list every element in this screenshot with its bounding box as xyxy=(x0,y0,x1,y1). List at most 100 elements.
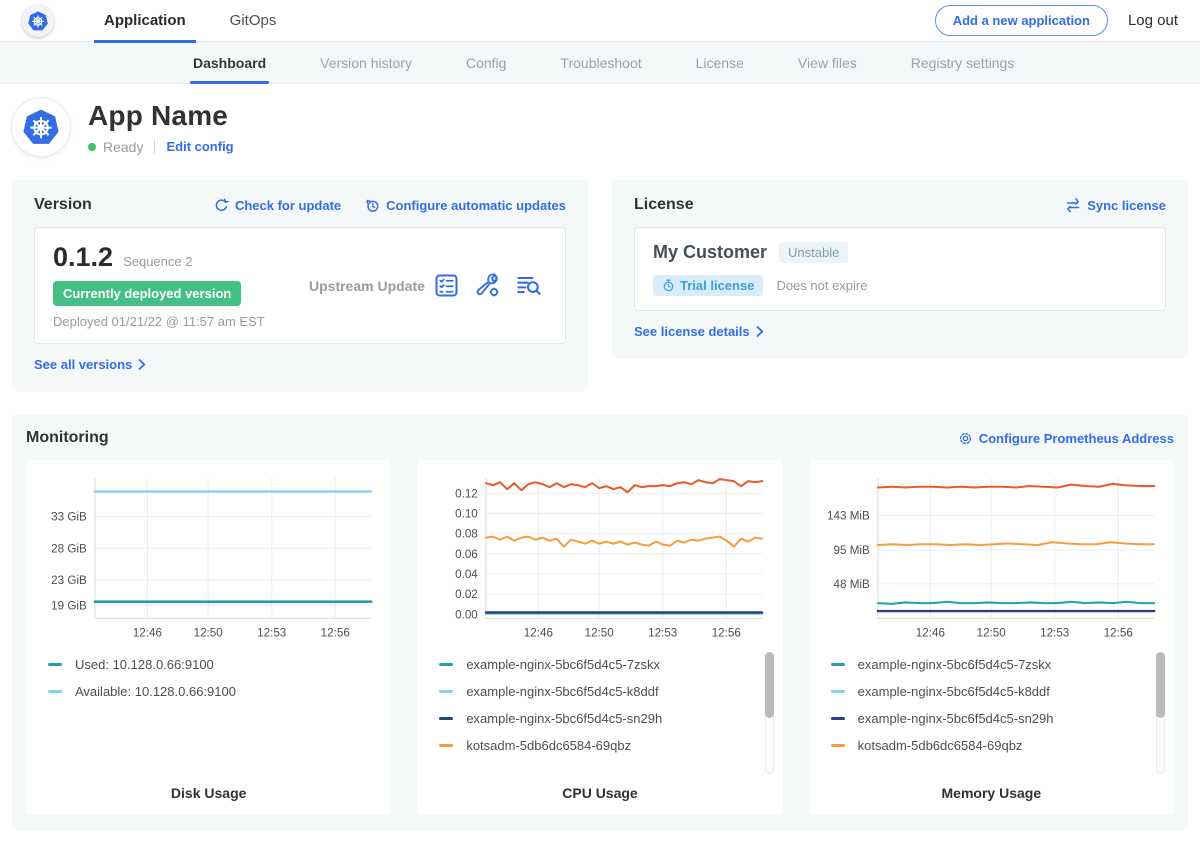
legend-item: example-nginx-5bc6f5d4c5-sn29h xyxy=(831,711,1164,726)
svg-text:12:46: 12:46 xyxy=(915,627,944,640)
see-license-details-link[interactable]: See license details xyxy=(634,324,764,339)
customer-name: My Customer xyxy=(653,242,767,263)
legend-item: example-nginx-5bc6f5d4c5-k8ddf xyxy=(439,684,772,699)
tab-registry-settings[interactable]: Registry settings xyxy=(884,42,1041,83)
legend-label: example-nginx-5bc6f5d4c5-sn29h xyxy=(858,711,1054,726)
tab-dashboard[interactable]: Dashboard xyxy=(166,42,293,83)
svg-text:48 MiB: 48 MiB xyxy=(833,578,870,591)
edit-config-link[interactable]: Edit config xyxy=(166,139,233,154)
configure-automatic-updates-link[interactable]: Configure automatic updates xyxy=(365,198,566,213)
kubernetes-logo[interactable] xyxy=(22,5,54,37)
scrollbar-thumb[interactable] xyxy=(765,652,774,718)
svg-text:12:56: 12:56 xyxy=(712,627,741,640)
legend-item: kotsadm-5db6dc6584-69qbz xyxy=(831,738,1164,753)
monitoring-section: Monitoring Configure Prometheus Address … xyxy=(12,414,1188,831)
preflight-checks-icon[interactable] xyxy=(434,273,459,298)
legend-swatch xyxy=(831,663,845,666)
svg-text:12:53: 12:53 xyxy=(257,627,286,640)
svg-text:12:53: 12:53 xyxy=(1040,627,1069,640)
svg-text:12:46: 12:46 xyxy=(133,627,162,640)
check-for-update-link[interactable]: Check for update xyxy=(214,198,341,213)
disk-usage-card: 33 GiB28 GiB23 GiB19 GiB12:4612:5012:531… xyxy=(26,460,391,815)
kubernetes-helm-icon xyxy=(28,11,48,31)
legend-label: Used: 10.128.0.66:9100 xyxy=(75,657,214,672)
status-ready-dot xyxy=(88,143,96,151)
tab-gitops[interactable]: GitOps xyxy=(208,0,299,42)
see-all-versions-link[interactable]: See all versions xyxy=(34,357,146,372)
legend-item: example-nginx-5bc6f5d4c5-7zskx xyxy=(831,657,1164,672)
deployed-timestamp: Deployed 01/21/22 @ 11:57 am EST xyxy=(53,314,281,329)
divider xyxy=(154,139,155,154)
kubernetes-app-icon xyxy=(23,109,59,145)
svg-text:12:56: 12:56 xyxy=(1103,627,1132,640)
legend-item: Available: 10.128.0.66:9100 xyxy=(48,684,381,699)
legend-swatch xyxy=(439,717,453,720)
version-card-title: Version xyxy=(34,196,92,214)
legend-label: example-nginx-5bc6f5d4c5-7zskx xyxy=(466,657,660,672)
add-application-button[interactable]: Add a new application xyxy=(935,5,1108,36)
svg-text:12:50: 12:50 xyxy=(585,627,615,640)
stopwatch-icon xyxy=(662,279,675,292)
legend-swatch xyxy=(48,690,62,693)
tab-view-files[interactable]: View files xyxy=(771,42,884,83)
svg-text:33 GiB: 33 GiB xyxy=(51,510,87,523)
edit-config-wrench-icon[interactable] xyxy=(475,273,500,298)
legend-item: example-nginx-5bc6f5d4c5-k8ddf xyxy=(831,684,1164,699)
tab-application[interactable]: Application xyxy=(82,0,208,42)
view-diff-icon[interactable] xyxy=(516,273,541,298)
monitoring-title: Monitoring xyxy=(26,429,109,447)
legend-label: kotsadm-5db6dc6584-69qbz xyxy=(858,738,1023,753)
legend-label: kotsadm-5db6dc6584-69qbz xyxy=(466,738,631,753)
legend-label: example-nginx-5bc6f5d4c5-7zskx xyxy=(858,657,1052,672)
scrollbar-thumb[interactable] xyxy=(1156,652,1165,718)
license-details-card: My Customer Unstable Trial license Does … xyxy=(634,227,1166,311)
legend-item: Used: 10.128.0.66:9100 xyxy=(48,657,381,672)
svg-text:0.00: 0.00 xyxy=(455,608,478,621)
svg-text:0.10: 0.10 xyxy=(455,507,478,520)
disk-usage-chart: 33 GiB28 GiB23 GiB19 GiB12:4612:5012:531… xyxy=(36,470,381,645)
legend-label: Available: 10.128.0.66:9100 xyxy=(75,684,236,699)
release-type-label: Upstream Update xyxy=(281,278,434,294)
tab-license[interactable]: License xyxy=(669,42,771,83)
legend-item: kotsadm-5db6dc6584-69qbz xyxy=(439,738,772,753)
top-nav-tabs: Application GitOps xyxy=(82,0,298,42)
legend-scrollbar[interactable] xyxy=(765,652,774,774)
configure-prometheus-link[interactable]: Configure Prometheus Address xyxy=(958,431,1174,446)
memory-usage-chart: 143 MiB95 MiB48 MiB12:4612:5012:5312:56 xyxy=(819,470,1164,645)
app-icon xyxy=(12,98,70,156)
status-text: Ready xyxy=(103,139,143,155)
sync-arrows-icon xyxy=(1065,198,1081,212)
legend-swatch xyxy=(831,717,845,720)
svg-text:12:50: 12:50 xyxy=(976,627,1006,640)
tab-config[interactable]: Config xyxy=(439,42,533,83)
cpu-usage-chart: 0.120.100.080.060.040.020.0012:4612:5012… xyxy=(427,470,772,645)
memory-usage-legend: example-nginx-5bc6f5d4c5-7zskx example-ng… xyxy=(831,657,1164,777)
logout-button[interactable]: Log out xyxy=(1128,12,1184,29)
top-nav: Application GitOps Add a new application… xyxy=(0,0,1200,42)
cpu-usage-card: 0.120.100.080.060.040.020.0012:4612:5012… xyxy=(417,460,782,815)
sync-license-link[interactable]: Sync license xyxy=(1065,198,1166,213)
chart-title: Memory Usage xyxy=(819,785,1164,801)
svg-text:12:46: 12:46 xyxy=(524,627,553,640)
cpu-usage-legend: example-nginx-5bc6f5d4c5-7zskx example-ng… xyxy=(439,657,772,777)
channel-badge: Unstable xyxy=(779,242,848,263)
chevron-right-icon xyxy=(138,359,146,370)
refresh-icon xyxy=(214,198,229,213)
tab-version-history[interactable]: Version history xyxy=(293,42,439,83)
svg-text:19 GiB: 19 GiB xyxy=(51,600,87,613)
svg-text:95 MiB: 95 MiB xyxy=(833,544,870,557)
svg-text:12:50: 12:50 xyxy=(194,627,224,640)
svg-text:28 GiB: 28 GiB xyxy=(51,542,87,555)
chevron-right-icon xyxy=(756,326,764,337)
legend-item: example-nginx-5bc6f5d4c5-7zskx xyxy=(439,657,772,672)
memory-usage-card: 143 MiB95 MiB48 MiB12:4612:5012:5312:56 … xyxy=(809,460,1174,815)
license-expiry-text: Does not expire xyxy=(776,278,867,293)
tab-troubleshoot[interactable]: Troubleshoot xyxy=(533,42,668,83)
auto-update-clock-icon xyxy=(365,198,380,213)
deployed-badge: Currently deployed version xyxy=(53,281,241,306)
legend-label: example-nginx-5bc6f5d4c5-k8ddf xyxy=(858,684,1050,699)
svg-text:0.02: 0.02 xyxy=(455,588,478,601)
svg-text:0.12: 0.12 xyxy=(455,487,478,500)
version-sequence: Sequence 2 xyxy=(123,254,192,269)
legend-scrollbar[interactable] xyxy=(1156,652,1165,774)
